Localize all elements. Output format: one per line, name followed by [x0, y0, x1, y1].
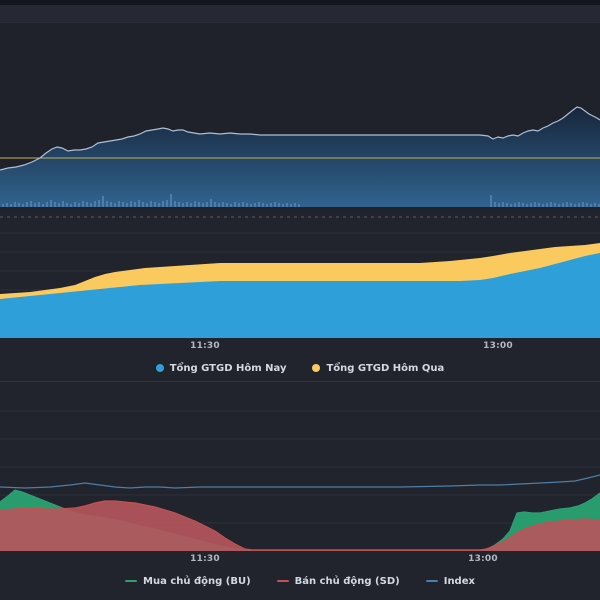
index-overlay-line — [0, 474, 600, 489]
busd-tick-1130: 11:30 — [190, 554, 220, 564]
gtgd-tick-1130: 11:30 — [190, 341, 220, 351]
charts-canvas[interactable] — [0, 0, 600, 600]
gtgd-chart — [0, 216, 600, 338]
legend-label: Tổng GTGD Hôm Qua — [326, 362, 445, 374]
legend-label: Mua chủ động (BU) — [143, 575, 251, 587]
legend-item-index[interactable]: Index — [425, 575, 475, 587]
legend-item-gtgd-today[interactable]: Tổng GTGD Hôm Nay — [155, 362, 287, 374]
bu-sd-legend: Mua chủ động (BU) Bán chủ động (SD) Inde… — [0, 572, 600, 590]
index-area-fill — [0, 107, 600, 207]
legend-item-bu[interactable]: Mua chủ động (BU) — [125, 576, 251, 587]
gtgd-legend: Tổng GTGD Hôm Nay Tổng GTGD Hôm Qua — [0, 359, 600, 377]
gtgd-tick-1300: 13:00 — [483, 341, 513, 351]
legend-label: Bán chủ động (SD) — [294, 575, 400, 587]
legend-item-sd[interactable]: Bán chủ động (SD) — [276, 575, 400, 587]
legend-item-gtgd-yesterday[interactable]: Tổng GTGD Hôm Qua — [312, 363, 444, 374]
bu-sd-chart — [0, 410, 600, 551]
bu-dash-icon — [125, 580, 138, 582]
yesterday-dot-icon — [312, 364, 321, 372]
today-dot-icon — [155, 364, 164, 372]
trading-dashboard: 11:30 13:00 Tổng GTGD Hôm Nay Tổng GTGD … — [0, 0, 600, 600]
busd-tick-1300: 13:00 — [468, 554, 498, 564]
index-dash-icon — [425, 580, 438, 582]
legend-label: Index — [443, 575, 475, 587]
index-intraday-chart — [0, 106, 600, 207]
sd-dash-icon — [276, 580, 289, 582]
sd-area — [0, 501, 600, 551]
legend-label: Tổng GTGD Hôm Nay — [169, 362, 287, 374]
